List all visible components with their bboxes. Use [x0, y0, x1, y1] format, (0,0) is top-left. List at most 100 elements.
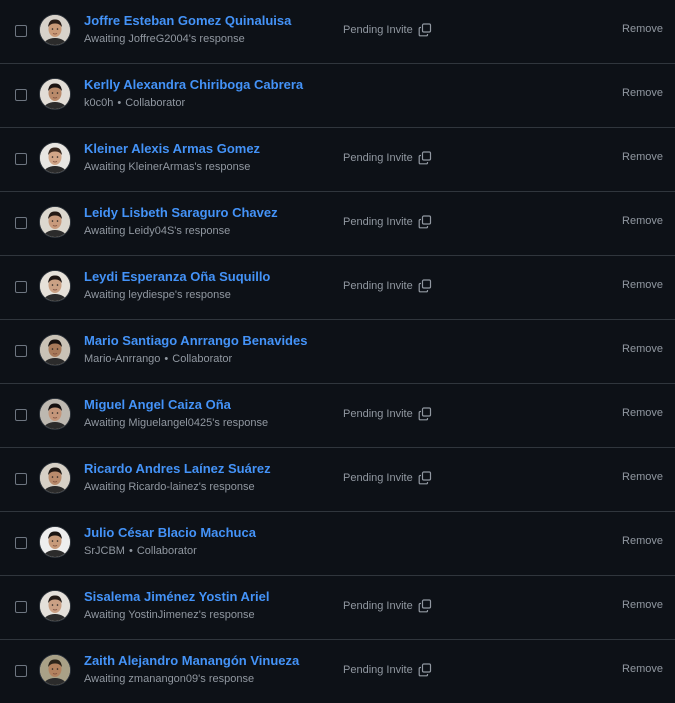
- member-name-link[interactable]: Leidy Lisbeth Saraguro Chavez: [84, 205, 278, 220]
- copy-icon[interactable]: [418, 599, 432, 613]
- remove-member-button[interactable]: Remove: [622, 535, 663, 547]
- copy-icon[interactable]: [418, 23, 432, 37]
- pending-invite-status: Pending Invite: [343, 599, 432, 613]
- remove-member-button[interactable]: Remove: [622, 471, 663, 483]
- user-avatar[interactable]: [40, 655, 70, 685]
- member-role: Collaborator: [136, 545, 197, 557]
- remove-member-button[interactable]: Remove: [622, 23, 663, 35]
- user-avatar[interactable]: [40, 463, 70, 493]
- member-subtitle: Awaiting leydiespe's response: [84, 289, 231, 301]
- remove-member-button[interactable]: Remove: [622, 343, 663, 355]
- member-list: Joffre Esteban Gomez Quinaluisa Awaiting …: [0, 0, 675, 703]
- pending-invite-label: Pending Invite: [343, 152, 413, 164]
- member-login: SrJCBM: [84, 545, 125, 557]
- pending-invite-label: Pending Invite: [343, 408, 413, 420]
- awaiting-response-text: Awaiting Ricardo-lainez's response: [84, 481, 255, 493]
- copy-icon[interactable]: [418, 663, 432, 677]
- member-row: Kleiner Alexis Armas Gomez Awaiting Klein…: [0, 128, 675, 192]
- member-select-checkbox[interactable]: [15, 25, 27, 37]
- awaiting-response-text: Awaiting KleinerArmas's response: [84, 161, 251, 173]
- member-name-link[interactable]: Kleiner Alexis Armas Gomez: [84, 141, 260, 156]
- member-name-link[interactable]: Ricardo Andres Laínez Suárez: [84, 461, 271, 476]
- member-select-checkbox[interactable]: [15, 89, 27, 101]
- user-avatar[interactable]: [40, 143, 70, 173]
- member-role: Collaborator: [125, 97, 186, 109]
- user-avatar[interactable]: [40, 15, 70, 45]
- member-row: Mario Santiago Anrrango Benavides Mario-A…: [0, 320, 675, 384]
- awaiting-response-text: Awaiting Miguelangel0425's response: [84, 417, 269, 429]
- member-login: Mario-Anrrango: [84, 353, 161, 365]
- remove-member-button[interactable]: Remove: [622, 215, 663, 227]
- pending-invite-status: Pending Invite: [343, 23, 432, 37]
- member-subtitle: Mario-Anrrango • Collaborator: [84, 353, 232, 365]
- member-row: Leydi Esperanza Oña Suquillo Awaiting ley…: [0, 256, 675, 320]
- awaiting-response-text: Awaiting JoffreG2004's response: [84, 33, 245, 45]
- pending-invite-label: Pending Invite: [343, 24, 413, 36]
- member-subtitle: Awaiting JoffreG2004's response: [84, 33, 245, 45]
- remove-member-button[interactable]: Remove: [622, 279, 663, 291]
- member-subtitle: k0c0h • Collaborator: [84, 97, 185, 109]
- member-select-checkbox[interactable]: [15, 345, 27, 357]
- member-subtitle: Awaiting Miguelangel0425's response: [84, 417, 268, 429]
- pending-invite-label: Pending Invite: [343, 664, 413, 676]
- member-select-checkbox[interactable]: [15, 409, 27, 421]
- user-avatar[interactable]: [40, 207, 70, 237]
- awaiting-response-text: Awaiting YostinJimenez's response: [84, 609, 255, 621]
- user-avatar[interactable]: [40, 79, 70, 109]
- separator-dot: •: [117, 97, 122, 109]
- pending-invite-label: Pending Invite: [343, 600, 413, 612]
- member-select-checkbox[interactable]: [15, 217, 27, 229]
- user-avatar[interactable]: [40, 271, 70, 301]
- user-avatar[interactable]: [40, 399, 70, 429]
- user-avatar[interactable]: [40, 335, 70, 365]
- separator-dot: •: [164, 353, 169, 365]
- remove-member-button[interactable]: Remove: [622, 407, 663, 419]
- member-subtitle: SrJCBM • Collaborator: [84, 545, 197, 557]
- member-name-link[interactable]: Julio César Blacio Machuca: [84, 525, 256, 540]
- member-role: Collaborator: [172, 353, 233, 365]
- member-row: Julio César Blacio Machuca SrJCBM • Collabo…: [0, 512, 675, 576]
- member-select-checkbox[interactable]: [15, 665, 27, 677]
- member-row: Miguel Angel Caiza Oña Awaiting Miguelang…: [0, 384, 675, 448]
- member-subtitle: Awaiting YostinJimenez's response: [84, 609, 255, 621]
- remove-member-button[interactable]: Remove: [622, 663, 663, 675]
- member-select-checkbox[interactable]: [15, 153, 27, 165]
- copy-icon[interactable]: [418, 279, 432, 293]
- pending-invite-label: Pending Invite: [343, 280, 413, 292]
- pending-invite-label: Pending Invite: [343, 216, 413, 228]
- member-select-checkbox[interactable]: [15, 537, 27, 549]
- awaiting-response-text: Awaiting leydiespe's response: [84, 289, 231, 301]
- member-name-link[interactable]: Mario Santiago Anrrango Benavides: [84, 333, 307, 348]
- remove-member-button[interactable]: Remove: [622, 151, 663, 163]
- member-name-link[interactable]: Joffre Esteban Gomez Quinaluisa: [84, 13, 291, 28]
- member-name-link[interactable]: Kerlly Alexandra Chiriboga Cabrera: [84, 77, 303, 92]
- pending-invite-status: Pending Invite: [343, 279, 432, 293]
- copy-icon[interactable]: [418, 407, 432, 421]
- member-name-link[interactable]: Leydi Esperanza Oña Suquillo: [84, 269, 270, 284]
- member-name-link[interactable]: Miguel Angel Caiza Oña: [84, 397, 231, 412]
- separator-dot: •: [128, 545, 133, 557]
- member-name-link[interactable]: Zaith Alejandro Manangón Vinueza: [84, 653, 299, 668]
- user-avatar[interactable]: [40, 591, 70, 621]
- member-subtitle: Awaiting KleinerArmas's response: [84, 161, 250, 173]
- member-subtitle: Awaiting Ricardo-lainez's response: [84, 481, 255, 493]
- pending-invite-status: Pending Invite: [343, 151, 432, 165]
- copy-icon[interactable]: [418, 471, 432, 485]
- copy-icon[interactable]: [418, 151, 432, 165]
- member-select-checkbox[interactable]: [15, 601, 27, 613]
- remove-member-button[interactable]: Remove: [622, 87, 663, 99]
- member-select-checkbox[interactable]: [15, 281, 27, 293]
- member-name-link[interactable]: Sisalema Jiménez Yostin Ariel: [84, 589, 269, 604]
- user-avatar[interactable]: [40, 527, 70, 557]
- pending-invite-status: Pending Invite: [343, 471, 432, 485]
- member-subtitle: Awaiting zmanangon09's response: [84, 673, 254, 685]
- member-select-checkbox[interactable]: [15, 473, 27, 485]
- member-row: Leidy Lisbeth Saraguro Chavez Awaiting Le…: [0, 192, 675, 256]
- copy-icon[interactable]: [418, 215, 432, 229]
- member-subtitle: Awaiting Leidy04S's response: [84, 225, 230, 237]
- member-row: Zaith Alejandro Manangón Vinueza Awaiting…: [0, 640, 675, 703]
- pending-invite-status: Pending Invite: [343, 663, 432, 677]
- member-row: Joffre Esteban Gomez Quinaluisa Awaiting …: [0, 0, 675, 64]
- remove-member-button[interactable]: Remove: [622, 599, 663, 611]
- member-login: k0c0h: [84, 97, 114, 109]
